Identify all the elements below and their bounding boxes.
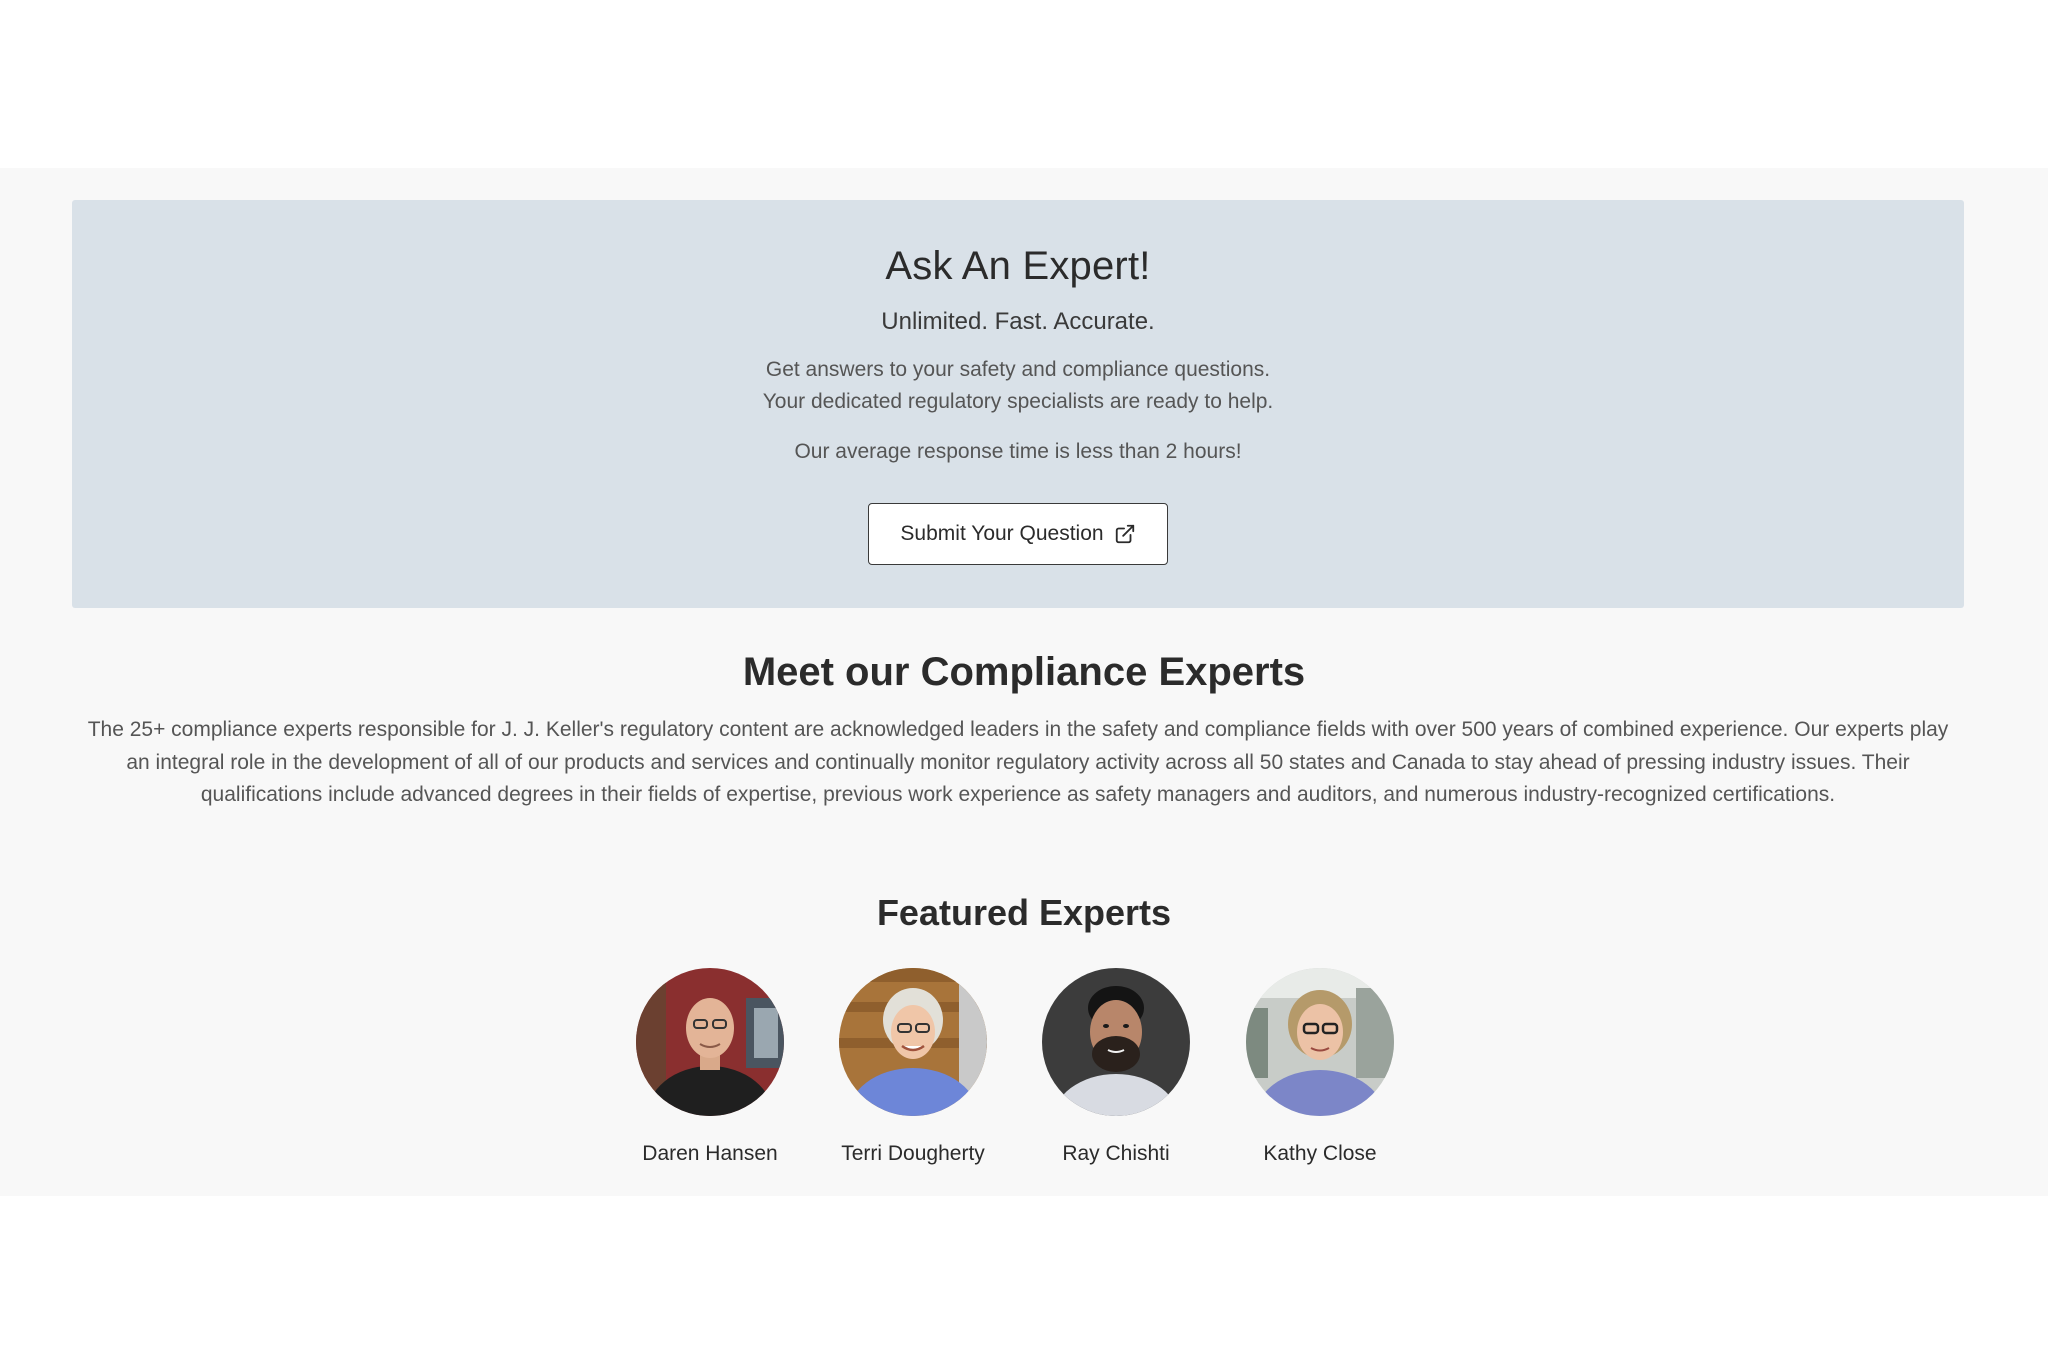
featured-experts-title: Featured Experts <box>876 892 1172 933</box>
ask-expert-title: Ask An Expert! <box>885 244 1151 288</box>
expert-card-daren-hansen[interactable]: Daren Hansen <box>620 968 800 1166</box>
avatar <box>636 968 784 1116</box>
meet-experts-title: Meet our Compliance Experts <box>742 650 1306 694</box>
expert-name: Terri Dougherty <box>841 1142 985 1165</box>
submit-question-label: Submit Your Question <box>900 522 1104 545</box>
ask-expert-tagline: Unlimited. Fast. Accurate. <box>881 308 1155 335</box>
expert-card-terri-dougherty[interactable]: Terri Dougherty <box>823 968 1003 1166</box>
expert-name: Kathy Close <box>1263 1142 1377 1165</box>
main-section: Ask An Expert! Unlimited. Fast. Accurate… <box>0 168 2048 1196</box>
external-link-icon <box>1114 523 1136 545</box>
submit-question-button[interactable]: Submit Your Question <box>868 503 1168 565</box>
meet-experts-description: The 25+ compliance experts responsible f… <box>87 718 1949 806</box>
avatar <box>1246 968 1394 1116</box>
ask-expert-panel: Ask An Expert! Unlimited. Fast. Accurate… <box>72 200 1964 608</box>
expert-card-ray-chishti[interactable]: Ray Chishti <box>1026 968 1206 1166</box>
description-line-1: Get answers to your safety and complianc… <box>765 358 1271 381</box>
expert-name: Ray Chishti <box>1062 1142 1170 1165</box>
expert-name: Daren Hansen <box>642 1142 778 1165</box>
expert-card-kathy-close[interactable]: Kathy Close <box>1230 968 1410 1166</box>
response-time-text: Our average response time is less than 2… <box>794 440 1242 463</box>
ask-expert-description: Get answers to your safety and complianc… <box>72 354 1964 418</box>
avatar <box>839 968 987 1116</box>
avatar <box>1042 968 1190 1116</box>
description-line-2: Your dedicated regulatory specialists ar… <box>762 390 1274 413</box>
